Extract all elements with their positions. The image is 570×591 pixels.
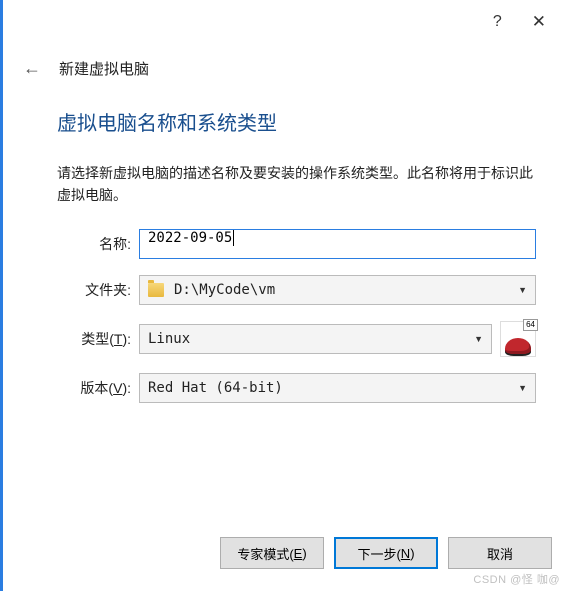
folder-value: D:\MyCode\vm xyxy=(174,282,512,298)
type-label: 类型(T): xyxy=(57,329,139,349)
type-combo[interactable]: Linux ▼ xyxy=(139,324,492,354)
help-icon[interactable]: ? xyxy=(493,13,502,31)
folder-label: 文件夹: xyxy=(57,280,139,300)
version-label: 版本(V): xyxy=(57,378,139,398)
chevron-down-icon: ▼ xyxy=(512,285,527,295)
watermark-text: CSDN @怪 咖@ xyxy=(473,571,560,587)
wizard-content: 虚拟电脑名称和系统类型 请选择新虚拟电脑的描述名称及要安装的操作系统类型。此名称… xyxy=(3,97,570,403)
folder-combo[interactable]: D:\MyCode\vm ▼ xyxy=(139,275,536,305)
type-value: Linux xyxy=(148,331,468,347)
chevron-down-icon: ▼ xyxy=(468,334,483,344)
chevron-down-icon: ▼ xyxy=(512,383,527,393)
next-button[interactable]: 下一步(N) xyxy=(334,537,438,569)
close-icon[interactable]: ✕ xyxy=(532,12,546,32)
expert-mode-button[interactable]: 专家模式(E) xyxy=(220,537,324,569)
redhat-icon xyxy=(505,338,531,354)
row-version: 版本(V): Red Hat (64-bit) ▼ xyxy=(57,373,536,403)
page-description: 请选择新虚拟电脑的描述名称及要安装的操作系统类型。此名称将用于标识此虚拟电脑。 xyxy=(57,162,536,207)
cancel-label: 取消 xyxy=(487,544,513,563)
wizard-title: 新建虚拟电脑 xyxy=(59,58,149,79)
cancel-button[interactable]: 取消 xyxy=(448,537,552,569)
version-value: Red Hat (64-bit) xyxy=(148,380,512,396)
name-input[interactable]: 2022-09-05 xyxy=(139,229,536,259)
os-bits-badge: 64 xyxy=(523,319,538,331)
row-folder: 文件夹: D:\MyCode\vm ▼ xyxy=(57,275,536,305)
titlebar: ? ✕ xyxy=(3,0,570,44)
version-combo[interactable]: Red Hat (64-bit) ▼ xyxy=(139,373,536,403)
row-name: 名称: 2022-09-05 xyxy=(57,229,536,259)
name-input-value: 2022-09-05 xyxy=(148,230,232,246)
page-heading: 虚拟电脑名称和系统类型 xyxy=(57,107,536,136)
button-bar: 专家模式(E) 下一步(N) 取消 xyxy=(3,537,570,569)
wizard-header: ← 新建虚拟电脑 xyxy=(3,44,570,97)
back-arrow-icon[interactable]: ← xyxy=(23,58,41,79)
folder-icon xyxy=(148,283,164,297)
os-logo-icon: 64 xyxy=(500,321,536,357)
text-caret-icon xyxy=(233,230,234,246)
row-type: 类型(T): Linux ▼ 64 xyxy=(57,321,536,357)
name-label: 名称: xyxy=(57,234,139,254)
